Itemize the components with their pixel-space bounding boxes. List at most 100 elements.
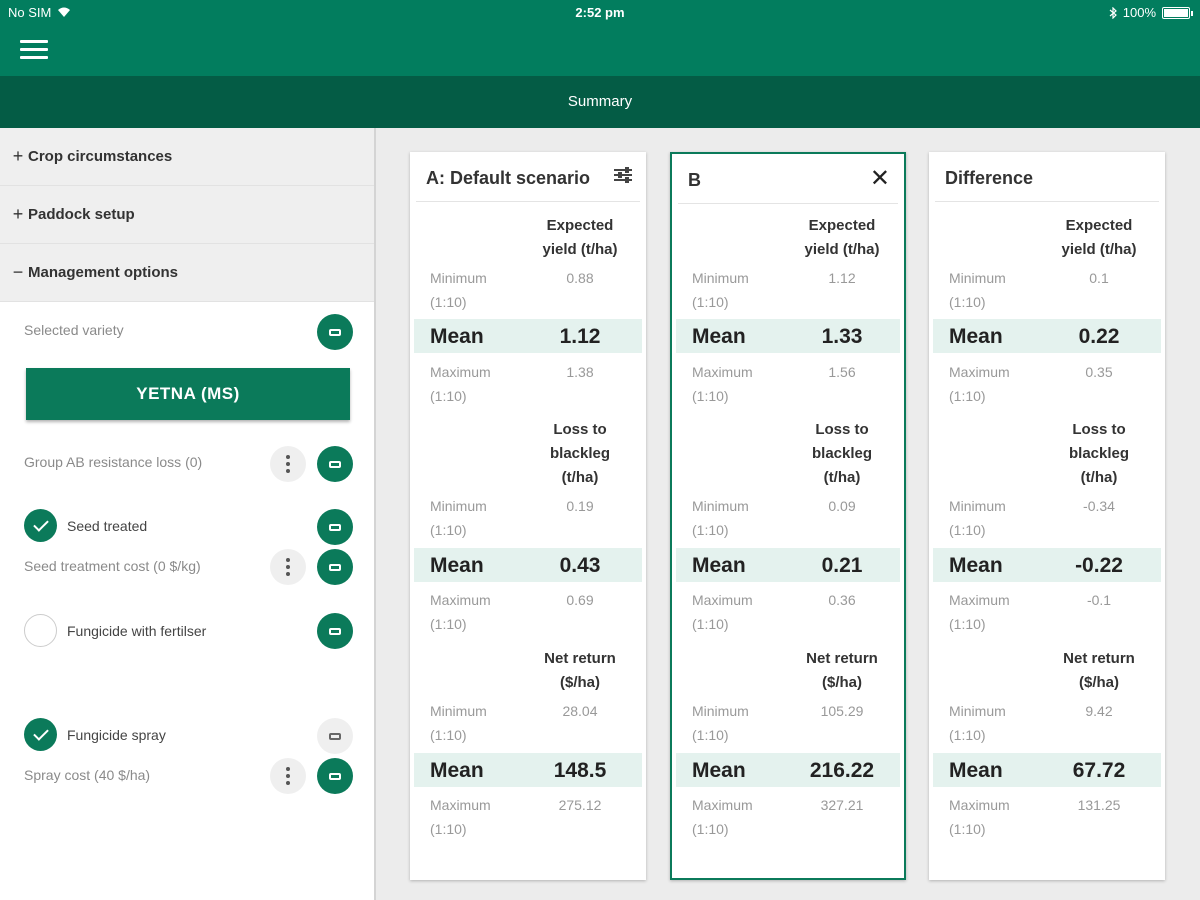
edit-icon: [329, 460, 341, 468]
stat-label-line: (1:10): [692, 294, 729, 310]
mean-value: 67.72: [1072, 759, 1126, 782]
stat-label-line: Maximum: [430, 797, 491, 813]
edit-spray-cost-button[interactable]: [317, 758, 353, 794]
mean-value: 0.21: [821, 554, 863, 577]
section-paddock-setup[interactable]: + Paddock setup: [0, 186, 374, 244]
section-label: Management options: [28, 264, 179, 281]
tune-icon[interactable]: [614, 167, 632, 183]
fungicide-fert-label: Fungicide with fertilser: [67, 623, 207, 639]
metric-heading-line: (t/ha): [823, 469, 861, 486]
scenario-card-a: A: Default scenario Expected yield (t/ha)…: [410, 152, 646, 880]
metric-heading-line: blackleg: [549, 445, 611, 462]
seed-cost-more-button[interactable]: [270, 549, 306, 585]
spray-cost-more-button[interactable]: [270, 758, 306, 794]
stat-label-line: (1:10): [692, 522, 729, 538]
section-label: Crop circumstances: [28, 148, 173, 165]
battery-icon: [1162, 6, 1193, 19]
scenario-card-b[interactable]: B ✕ Expected yield (t/ha) Minimum (1:10) 1.1…: [670, 152, 906, 880]
stat-label-line: Minimum: [430, 270, 487, 286]
minimum-row-value: 0.88: [566, 270, 594, 286]
stat-label-line: Maximum: [430, 364, 491, 380]
metric-heading-line: Expected: [1065, 217, 1133, 234]
stat-label-line: (1:10): [949, 522, 986, 538]
stat-label-line: Minimum: [692, 498, 749, 514]
stat-label-line: Minimum: [949, 270, 1006, 286]
metric-heading-line: yield (t/ha): [804, 241, 880, 258]
minimum-row-value: 28.04: [562, 703, 598, 719]
stat-label-line: (1:10): [692, 727, 729, 743]
maximum-row-value: 0.69: [566, 592, 594, 608]
stat-label-line: (1:10): [949, 388, 986, 404]
mean-value: 0.22: [1078, 325, 1120, 348]
stat-label-line: Maximum: [692, 797, 753, 813]
stat-label-line: (1:10): [430, 821, 467, 837]
metric-heading-line: blackleg: [811, 445, 873, 462]
metric-heading: Expected yield (t/ha): [520, 214, 640, 262]
maximum-row-value: 0.36: [828, 592, 856, 608]
seed-treated-checkbox[interactable]: [24, 509, 57, 542]
status-bar: No SIM 2:52 pm 100%: [0, 0, 1200, 26]
stat-label-line: (1:10): [430, 616, 467, 632]
mean-value: 216.22: [809, 759, 875, 782]
close-icon[interactable]: ✕: [870, 167, 890, 191]
metric-heading: Loss to blackleg (t/ha): [520, 418, 640, 490]
difference-card: Difference Expected yield (t/ha) Minimum (1…: [929, 152, 1165, 880]
edit-icon: [329, 328, 341, 336]
minimum-row-value: -0.34: [1083, 498, 1115, 514]
card-header: A: Default scenario: [416, 152, 640, 202]
mean-row: Mean 1.33: [676, 319, 900, 353]
mean-label: Mean: [692, 325, 746, 348]
edit-icon: [329, 523, 341, 531]
minimum-row-label: Minimum (1:10): [430, 266, 487, 314]
maximum-row-value: 0.35: [1085, 364, 1113, 380]
fungicide-spray-checkbox[interactable]: [24, 718, 57, 751]
minimum-row-value: 1.12: [828, 270, 856, 286]
maximum-row-label: Maximum (1:10): [949, 360, 1010, 408]
metric-heading: Loss to blackleg (t/ha): [782, 418, 902, 490]
section-crop-circumstances[interactable]: + Crop circumstances: [0, 128, 374, 186]
metric-heading-line: Net return: [1063, 650, 1135, 667]
carrier-text: No SIM: [8, 5, 52, 20]
edit-fungicide-fert-button[interactable]: [317, 613, 353, 649]
metric-heading-line: ($/ha): [1078, 674, 1119, 691]
maximum-row-label: Maximum (1:10): [949, 793, 1010, 841]
stat-label-line: Maximum: [949, 592, 1010, 608]
section-management-options[interactable]: − Management options: [0, 244, 374, 302]
group-ab-more-button[interactable]: [270, 446, 306, 482]
edit-group-ab-button[interactable]: [317, 446, 353, 482]
minimum-row-label: Minimum (1:10): [430, 494, 487, 542]
edit-seed-cost-button[interactable]: [317, 549, 353, 585]
edit-seed-treated-button[interactable]: [317, 509, 353, 545]
metric-heading-line: blackleg: [1068, 445, 1130, 462]
stat-label-line: (1:10): [430, 522, 467, 538]
maximum-row-value: 275.12: [558, 797, 602, 813]
wifi-icon: [58, 7, 71, 17]
more-vert-icon: [286, 558, 290, 576]
check-icon: [32, 516, 49, 532]
hamburger-icon[interactable]: [20, 40, 48, 62]
minimum-row-value: 0.09: [828, 498, 856, 514]
expand-icon: +: [12, 146, 24, 166]
mean-value: 0.43: [559, 554, 601, 577]
metric-heading-line: Net return: [544, 650, 616, 667]
metric-heading-line: Loss to: [815, 421, 869, 438]
edit-variety-button[interactable]: [317, 314, 353, 350]
stat-label-line: (1:10): [430, 727, 467, 743]
mean-label: Mean: [949, 759, 1003, 782]
seed-treated-label: Seed treated: [67, 518, 148, 534]
metric-heading: Expected yield (t/ha): [782, 214, 902, 262]
metric-heading: Net return ($/ha): [1039, 647, 1159, 695]
mean-label: Mean: [949, 554, 1003, 577]
minimum-row-label: Minimum (1:10): [692, 494, 749, 542]
fungicide-fert-checkbox[interactable]: [24, 614, 57, 647]
edit-fungicide-spray-button[interactable]: [317, 718, 353, 754]
minimum-row-label: Minimum (1:10): [949, 266, 1006, 314]
metric-heading-line: Expected: [546, 217, 614, 234]
edit-icon: [329, 732, 341, 740]
edit-icon: [329, 772, 341, 780]
variety-button[interactable]: YETNA (MS): [26, 368, 350, 420]
card-title: Difference: [945, 168, 1034, 188]
mean-row: Mean 67.72: [933, 753, 1161, 787]
minimum-row-label: Minimum (1:10): [949, 699, 1006, 747]
card-title: B: [688, 170, 701, 190]
